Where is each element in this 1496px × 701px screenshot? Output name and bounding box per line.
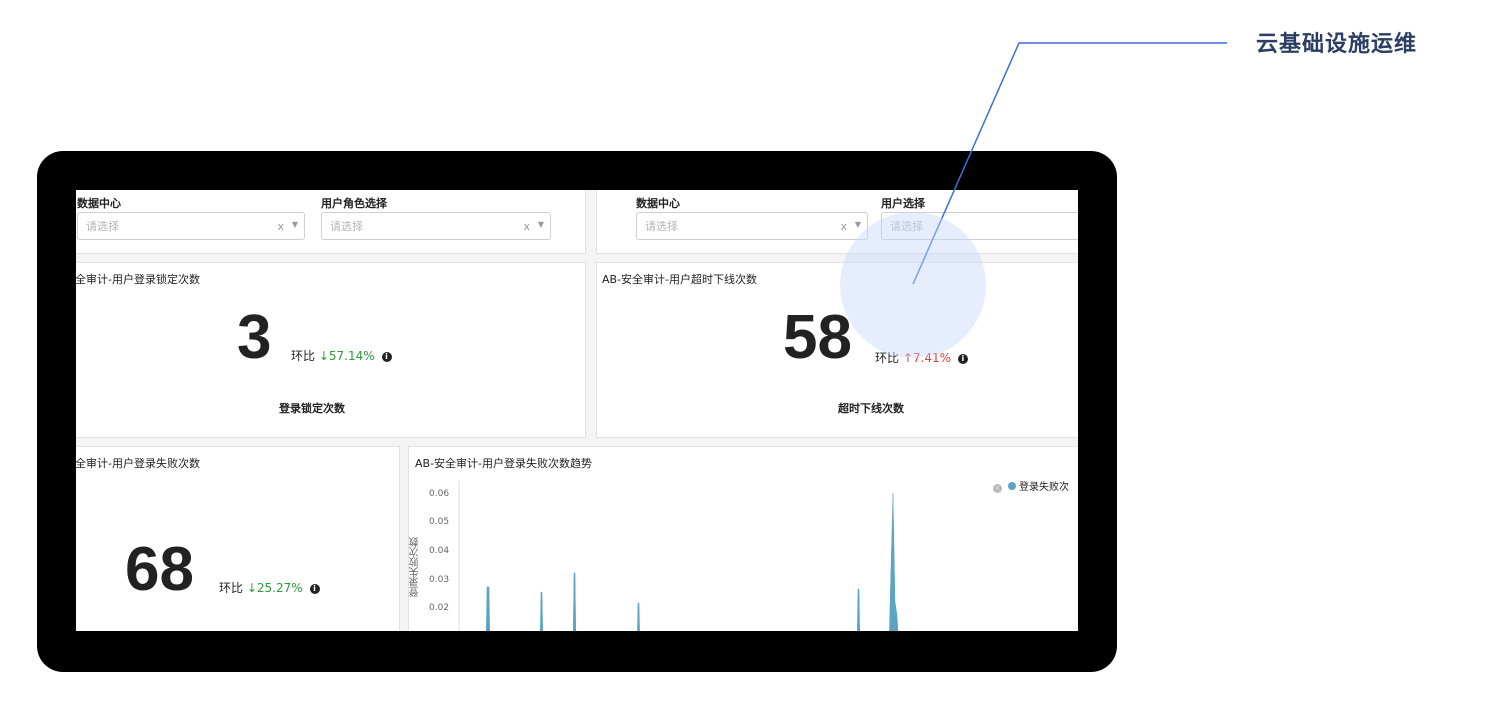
fail-trend-panel: AB-安全审计-用户登录失败次数趋势 ‹ 登录失败次 登录失败次数 0.06 0.… bbox=[408, 446, 1078, 631]
trend-peak bbox=[889, 492, 899, 631]
change-value: 57.14% bbox=[328, 349, 375, 363]
change-value: 25.27% bbox=[256, 581, 303, 595]
metric-label: 超时下线次数 bbox=[838, 402, 904, 415]
trend-peak bbox=[857, 588, 860, 631]
ratio-label: 环比 bbox=[219, 581, 244, 595]
info-icon[interactable]: i bbox=[957, 354, 968, 364]
datacenter-label: 数据中心 bbox=[636, 197, 680, 210]
datacenter-select[interactable]: 请选择 x ▼ bbox=[77, 212, 305, 240]
timeout-count-panel: AB-安全审计-用户超时下线次数 58 环比 ↑7.41% i 超时下线次数 bbox=[596, 262, 1078, 438]
fail-count-panel: 全审计-用户登录失败次数 68 环比 ↓25.27% i bbox=[76, 446, 400, 631]
ratio-label: 环比 bbox=[291, 349, 316, 363]
panel-title: 全审计-用户登录锁定次数 bbox=[76, 273, 200, 286]
trend-peak bbox=[540, 591, 543, 631]
trend-peak bbox=[572, 572, 577, 631]
datacenter-select[interactable]: 请选择 x ▼ bbox=[636, 212, 868, 240]
info-icon[interactable]: i bbox=[381, 352, 392, 362]
arrow-down-icon: ↓ bbox=[318, 349, 329, 363]
lock-count-value: 3 bbox=[237, 303, 272, 372]
lock-count-change: 环比 ↓57.14% i bbox=[291, 347, 392, 364]
lock-count-panel: 全审计-用户登录锁定次数 3 环比 ↓57.14% i 登录锁定次数 bbox=[76, 262, 586, 438]
role-select[interactable]: 请选择 x ▼ bbox=[321, 212, 551, 240]
trend-peak bbox=[486, 586, 490, 631]
trend-chart bbox=[458, 481, 899, 631]
chevron-down-icon[interactable]: ▼ bbox=[292, 220, 298, 229]
datacenter-placeholder: 请选择 bbox=[645, 220, 678, 233]
role-label: 用户角色选择 bbox=[321, 197, 387, 210]
panel-title: AB-安全审计-用户超时下线次数 bbox=[602, 273, 758, 286]
filter-panel-left: 数据中心 请选择 x ▼ 用户角色选择 请选择 x ▼ bbox=[76, 190, 586, 254]
datacenter-label: 数据中心 bbox=[77, 197, 121, 210]
role-placeholder: 请选择 bbox=[330, 220, 363, 233]
timeout-count-value: 58 bbox=[783, 303, 852, 372]
highlight-circle bbox=[840, 212, 986, 358]
fail-count-value: 68 bbox=[125, 535, 194, 604]
chevron-down-icon[interactable]: ▼ bbox=[538, 220, 544, 229]
chevron-down-icon[interactable]: ▼ bbox=[855, 220, 861, 229]
datacenter-placeholder: 请选择 bbox=[86, 220, 119, 233]
filter-panel-right: 数据中心 请选择 x ▼ 用户选择 请选择 bbox=[596, 190, 1078, 254]
callout-title: 云基础设施运维 bbox=[1256, 32, 1418, 57]
panel-title: 全审计-用户登录失败次数 bbox=[76, 457, 200, 470]
fail-count-change: 环比 ↓25.27% i bbox=[219, 579, 320, 596]
clear-icon[interactable]: x bbox=[523, 220, 530, 233]
clear-icon[interactable]: x bbox=[277, 220, 284, 233]
clear-icon[interactable]: x bbox=[840, 220, 847, 233]
info-icon[interactable]: i bbox=[309, 584, 320, 594]
arrow-down-icon: ↓ bbox=[246, 581, 257, 595]
metric-label: 登录锁定次数 bbox=[279, 402, 345, 415]
user-label: 用户选择 bbox=[881, 197, 925, 210]
trend-peak bbox=[637, 602, 640, 631]
